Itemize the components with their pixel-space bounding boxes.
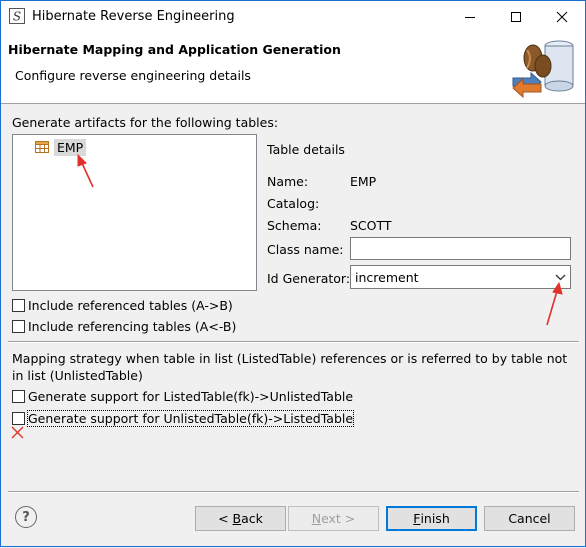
name-label: Name: (267, 174, 309, 189)
annotation-x-mark (11, 426, 24, 439)
name-value: EMP (350, 174, 377, 189)
id-generator-value: increment (355, 269, 419, 285)
mapping-strategy-description: Mapping strategy when table in list (Lis… (12, 351, 568, 383)
chevron-down-icon (555, 274, 566, 281)
table-list-item-emp[interactable]: EMP (35, 138, 87, 156)
maximize-icon (511, 11, 521, 22)
include-referenced-checkbox[interactable]: Include referenced tables (A->B) (12, 297, 233, 313)
maximize-button[interactable] (493, 1, 539, 32)
checkbox-box[interactable] (12, 389, 25, 403)
reverse-engineering-graphic-icon (512, 40, 574, 99)
minimize-button[interactable] (447, 1, 493, 32)
banner-title: Hibernate Mapping and Application Genera… (8, 42, 341, 57)
separator (8, 341, 579, 343)
unlisted-to-listed-checkbox[interactable]: Generate support for UnlistedTable(fk)->… (12, 409, 355, 427)
close-icon (556, 11, 568, 22)
annotation-arrow-combo (546, 281, 563, 326)
include-referencing-checkbox[interactable]: Include referencing tables (A<-B) (12, 318, 236, 334)
schema-label: Schema: (267, 218, 322, 233)
hibernate-icon: S (9, 8, 25, 24)
window-title: Hibernate Reverse Engineering (32, 9, 235, 24)
next-mnemonic: N (311, 511, 322, 526)
button-bar-separator (8, 491, 579, 493)
catalog-label: Catalog: (267, 196, 320, 211)
next-label: ext > (321, 511, 356, 526)
back-button[interactable]: < Back (195, 506, 286, 531)
unlisted-to-listed-label: Generate support for UnlistedTable(fk)->… (26, 409, 355, 427)
table-details-heading: Table details (267, 142, 345, 157)
listed-to-unlisted-checkbox[interactable]: Generate support for ListedTable(fk)->Un… (12, 388, 353, 404)
class-name-input[interactable] (350, 237, 571, 260)
close-button[interactable] (539, 1, 585, 32)
back-label: ack (241, 511, 263, 526)
table-icon (35, 141, 49, 153)
include-referenced-label: Include referenced tables (A->B) (28, 297, 233, 313)
cancel-button[interactable]: Cancel (484, 506, 575, 531)
banner-subtitle: Configure reverse engineering details (15, 68, 251, 83)
finish-label: inish (420, 511, 450, 526)
help-button[interactable]: ? (15, 506, 37, 528)
id-generator-label: Id Generator: (267, 271, 351, 286)
back-prefix: < (218, 511, 233, 526)
listed-to-unlisted-label: Generate support for ListedTable(fk)->Un… (28, 388, 354, 404)
table-list[interactable]: EMP (12, 134, 257, 291)
include-referencing-label: Include referencing tables (A<-B) (28, 318, 237, 334)
id-generator-select[interactable]: increment (350, 265, 571, 289)
checkbox-box[interactable] (12, 319, 25, 333)
tables-section-label: Generate artifacts for the following tab… (12, 115, 279, 130)
finish-button[interactable]: Finish (386, 506, 477, 531)
title-bar[interactable]: S Hibernate Reverse Engineering (1, 1, 585, 32)
finish-mnemonic: F (413, 511, 421, 526)
dialog-window: S Hibernate Reverse Engineering Hibernat… (0, 0, 586, 547)
svg-text:S: S (13, 10, 21, 24)
class-name-label: Class name: (267, 242, 344, 257)
help-icon: ? (22, 509, 30, 525)
checkbox-box[interactable] (12, 411, 25, 425)
next-button[interactable]: Next > (288, 506, 379, 531)
table-name: EMP (54, 138, 87, 156)
schema-value: SCOTT (350, 218, 392, 233)
back-mnemonic: B (232, 511, 242, 526)
minimize-icon (465, 16, 475, 18)
wizard-banner: Hibernate Mapping and Application Genera… (1, 32, 585, 104)
checkbox-box[interactable] (12, 298, 25, 312)
